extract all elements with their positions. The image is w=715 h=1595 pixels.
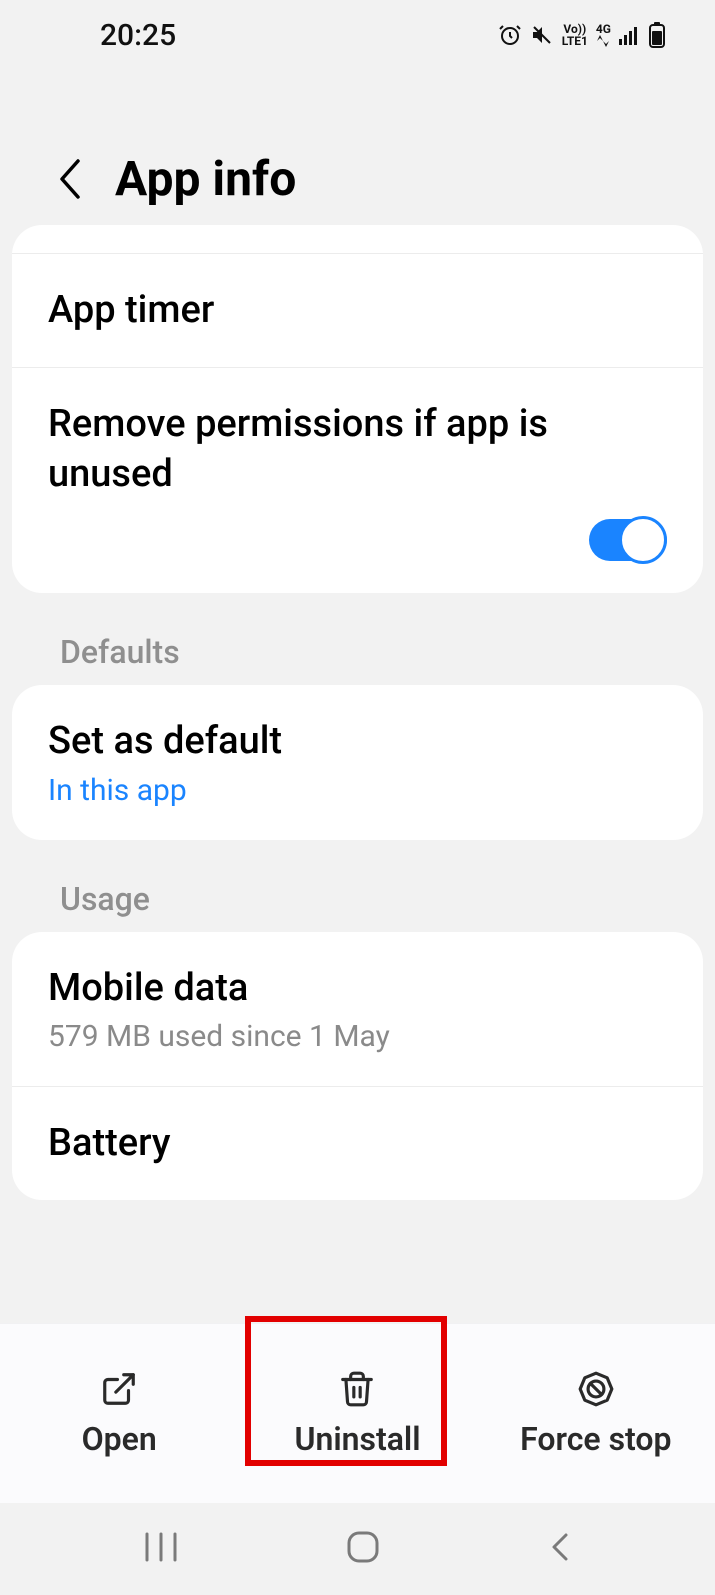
nav-home-button[interactable] [345, 1529, 381, 1569]
row-mobile-data[interactable]: Mobile data 579 MB used since 1 May [12, 932, 703, 1086]
home-icon [345, 1529, 381, 1565]
force-stop-button[interactable]: Force stop [477, 1324, 715, 1503]
set-as-default-sub: In this app [48, 773, 667, 808]
alarm-icon [498, 23, 522, 47]
row-battery[interactable]: Battery [12, 1086, 703, 1200]
no-entry-icon [577, 1370, 615, 1408]
mute-vibrate-icon [530, 23, 554, 47]
bottom-action-bar: Open Uninstall Force stop [0, 1323, 715, 1503]
uninstall-button[interactable]: Uninstall [238, 1324, 476, 1503]
app-timer-label: App timer [48, 286, 667, 335]
open-button[interactable]: Open [0, 1324, 238, 1503]
toggle-knob [619, 516, 667, 564]
card-usage: Mobile data 579 MB used since 1 May Batt… [12, 932, 703, 1201]
trash-icon [338, 1370, 376, 1408]
system-nav-bar [0, 1503, 715, 1595]
battery-label: Battery [48, 1119, 667, 1168]
page-title: App info [115, 150, 296, 207]
card-general: App timer Remove permissions if app is u… [12, 225, 703, 593]
chevron-left-icon [56, 157, 84, 201]
status-time: 20:25 [100, 18, 176, 53]
lte-label: LTE1 [562, 35, 588, 47]
status-bar: 20:25 Vo)) LTE1 4G [0, 0, 715, 70]
uninstall-label: Uninstall [294, 1420, 420, 1458]
card-defaults: Set as default In this app [12, 685, 703, 839]
row-set-as-default[interactable]: Set as default In this app [12, 685, 703, 839]
section-label-usage: Usage [12, 858, 703, 932]
settings-scroll-area[interactable]: App timer Remove permissions if app is u… [0, 225, 715, 1325]
nav-recent-button[interactable] [143, 1531, 179, 1567]
open-external-icon [100, 1370, 138, 1408]
mobile-data-sub: 579 MB used since 1 May [48, 1019, 667, 1054]
row-app-timer[interactable]: App timer [12, 253, 703, 367]
nav-back-button[interactable] [548, 1531, 572, 1567]
network-label: 4G [596, 23, 611, 35]
back-button[interactable] [50, 159, 90, 199]
nav-back-icon [548, 1531, 572, 1563]
set-as-default-label: Set as default [48, 717, 667, 766]
status-icons: Vo)) LTE1 4G [498, 22, 665, 48]
signal-icon [619, 25, 641, 45]
section-label-defaults: Defaults [12, 611, 703, 685]
remove-permissions-label: Remove permissions if app is unused [48, 400, 667, 499]
data-arrows-icon [596, 35, 610, 47]
open-label: Open [82, 1420, 157, 1458]
remove-permissions-toggle[interactable] [589, 519, 667, 561]
battery-icon [649, 22, 665, 48]
mobile-data-label: Mobile data [48, 964, 667, 1013]
recent-apps-icon [143, 1531, 179, 1563]
row-remove-permissions[interactable]: Remove permissions if app is unused [12, 367, 703, 499]
force-stop-label: Force stop [520, 1420, 671, 1458]
